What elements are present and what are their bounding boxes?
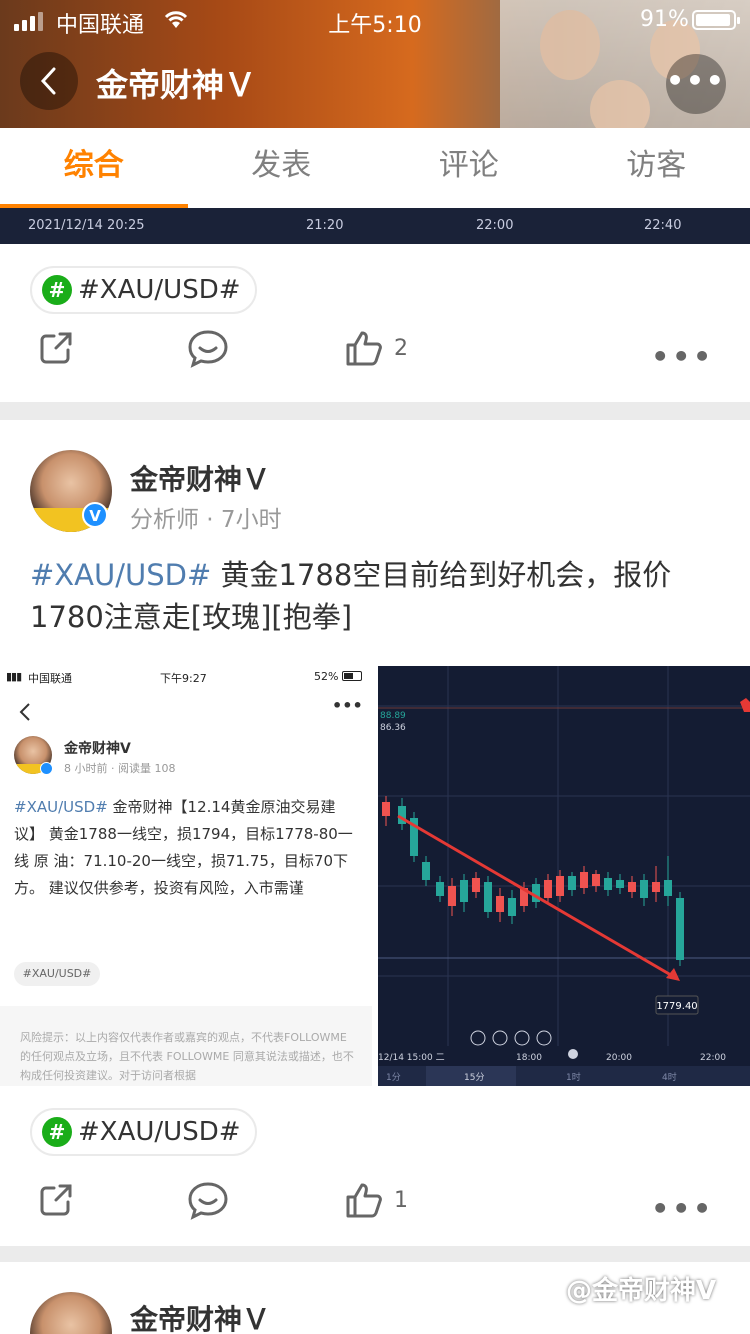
chart-date-label: 2021/12/14 20:25 bbox=[28, 218, 145, 233]
watermark: @金帝财神V bbox=[566, 1276, 717, 1306]
embedded-author: 金帝财神V bbox=[64, 741, 131, 757]
candle-body bbox=[448, 886, 456, 906]
share-button[interactable] bbox=[36, 328, 76, 368]
thumbs-up-icon bbox=[346, 1183, 382, 1218]
battery-icon bbox=[692, 10, 740, 30]
embedded-status-bar: ▮▮▮ 中国联通 下午9:27 52% bbox=[0, 666, 372, 688]
timeframe-tab: 1分 bbox=[386, 1072, 401, 1083]
hashtag-icon: # bbox=[42, 275, 72, 305]
share-icon bbox=[40, 1184, 72, 1216]
topic-tag-label: #XAU/USD# bbox=[78, 1117, 241, 1147]
price-tick: 88.89 bbox=[380, 711, 406, 721]
embedded-risk-notice: 风险提示：以上内容仅代表作者或嘉宾的观点，不代表FOLLOWME 的任何观点及立… bbox=[20, 1031, 354, 1082]
status-time: 上午5:10 bbox=[328, 13, 422, 38]
author-name[interactable]: 金帝财神Ｖ bbox=[130, 458, 270, 498]
comment-icon bbox=[188, 1182, 228, 1220]
time-tick: 18:00 bbox=[516, 1053, 542, 1063]
comment-button[interactable] bbox=[186, 1180, 230, 1220]
thumbs-up-icon bbox=[346, 331, 382, 366]
candle-body bbox=[676, 898, 684, 960]
post-more-button[interactable]: ••• bbox=[651, 1192, 714, 1225]
candle-body bbox=[544, 880, 552, 898]
topic-tag[interactable]: # #XAU/USD# bbox=[30, 1108, 257, 1156]
card-divider bbox=[0, 1246, 750, 1262]
tab-visitors[interactable]: 访客 bbox=[563, 128, 750, 208]
embedded-back-icon bbox=[19, 703, 30, 721]
post-more-button[interactable]: ••• bbox=[651, 340, 714, 373]
candle-body bbox=[616, 880, 624, 888]
candle-body bbox=[508, 898, 516, 916]
post-image-screenshot[interactable]: ▮▮▮ 中国联通 下午9:27 52% ••• 金帝财神V 8 小时前 · 阅读… bbox=[0, 666, 374, 1086]
like-count: 1 bbox=[394, 1187, 408, 1213]
embedded-meta: 8 小时前 · 阅读量 108 bbox=[64, 762, 176, 775]
time-tick: 20:00 bbox=[606, 1053, 632, 1063]
page-title: 金帝财神Ｖ bbox=[96, 66, 257, 104]
profile-header: 中国联通 上午5:10 91% 金帝财神Ｖ ••• bbox=[0, 0, 750, 128]
post-card: V 金帝财神Ｖ 分析师 · 7小时 #XAU/USD# 黄金1788空目前给到好… bbox=[0, 420, 750, 1246]
candle-body bbox=[496, 896, 504, 912]
candle-body bbox=[652, 882, 660, 892]
like-count: 2 bbox=[394, 335, 408, 361]
more-dots-icon: ••• bbox=[666, 64, 726, 97]
embedded-more-icon: ••• bbox=[332, 696, 363, 715]
candle-body bbox=[436, 882, 444, 896]
post-image-chart[interactable]: 1779.40 88.89 86.36 12/14 15:00 二 18:00 … bbox=[378, 666, 750, 1086]
share-button[interactable] bbox=[36, 1180, 76, 1220]
topic-tag[interactable]: # #XAU/USD# bbox=[30, 266, 257, 314]
post-actions: 2 ••• bbox=[0, 328, 750, 388]
timeframe-tab: 15分 bbox=[464, 1072, 484, 1083]
comment-icon bbox=[188, 330, 228, 368]
verified-badge-icon: V bbox=[82, 502, 108, 528]
candle-body bbox=[568, 876, 576, 890]
candle-body bbox=[556, 876, 564, 896]
chart-time-label: 22:40 bbox=[644, 218, 682, 233]
candle-body bbox=[484, 882, 492, 912]
chart-time-label: 21:20 bbox=[306, 218, 344, 233]
like-button[interactable]: 1 bbox=[344, 1180, 408, 1220]
price-tick: 86.36 bbox=[380, 723, 406, 733]
candle-body bbox=[460, 880, 468, 902]
comment-button[interactable] bbox=[186, 328, 230, 368]
embedded-tag: #XAU/USD# bbox=[14, 962, 100, 986]
author-name[interactable]: 金帝财神Ｖ bbox=[130, 1298, 270, 1334]
post-text: #XAU/USD# 黄金1788空目前给到好机会，报价1780注意走[玫瑰][抱… bbox=[30, 554, 720, 638]
price-label: 1779.40 bbox=[656, 1001, 697, 1012]
candle-body bbox=[640, 880, 648, 898]
candle-body bbox=[592, 874, 600, 886]
tab-overview[interactable]: 综合 bbox=[0, 128, 188, 208]
tab-bar: 综合 发表 评论 访客 bbox=[0, 128, 750, 208]
card-divider bbox=[0, 402, 750, 420]
chart-time-label: 22:00 bbox=[476, 218, 514, 233]
timeframe-tab: 4时 bbox=[662, 1071, 677, 1083]
status-bar: 中国联通 上午5:10 91% bbox=[0, 0, 750, 40]
more-button[interactable]: ••• bbox=[666, 54, 726, 114]
topic-link[interactable]: #XAU/USD# bbox=[30, 558, 211, 592]
post-card: 2021/12/14 20:25 21:20 22:00 22:40 # #XA… bbox=[0, 208, 750, 402]
hashtag-icon: # bbox=[42, 1117, 72, 1147]
candle-body bbox=[472, 878, 480, 892]
avatar[interactable] bbox=[30, 1292, 112, 1334]
candle-body bbox=[604, 878, 612, 890]
candle-body bbox=[580, 872, 588, 888]
candle-body bbox=[422, 862, 430, 880]
back-button[interactable] bbox=[20, 52, 78, 110]
post-image-chart[interactable]: 2021/12/14 20:25 21:20 22:00 22:40 bbox=[0, 208, 750, 244]
tab-comments[interactable]: 评论 bbox=[375, 128, 563, 208]
candle-body bbox=[628, 882, 636, 892]
candle-body bbox=[382, 802, 390, 816]
time-tick: 12/14 15:00 二 bbox=[378, 1053, 445, 1063]
like-button[interactable]: 2 bbox=[344, 328, 408, 368]
candlestick-chart: 1779.40 88.89 86.36 12/14 15:00 二 18:00 … bbox=[378, 666, 750, 1086]
battery-percent: 91% bbox=[640, 7, 689, 32]
embedded-post-text: #XAU/USD# 金帝财神【12.14黄金原油交易建议】 黄金1788一线空，… bbox=[14, 798, 353, 897]
tab-posts[interactable]: 发表 bbox=[188, 128, 376, 208]
post-actions: 1 ••• bbox=[0, 1180, 750, 1240]
timeframe-tab: 1时 bbox=[566, 1071, 581, 1083]
post-meta: 分析师 · 7小时 bbox=[130, 507, 282, 533]
share-icon bbox=[40, 332, 72, 364]
chevron-left-icon bbox=[40, 67, 56, 95]
candle-body bbox=[664, 880, 672, 896]
topic-tag-label: #XAU/USD# bbox=[78, 275, 241, 305]
time-tick: 22:00 bbox=[700, 1053, 726, 1063]
